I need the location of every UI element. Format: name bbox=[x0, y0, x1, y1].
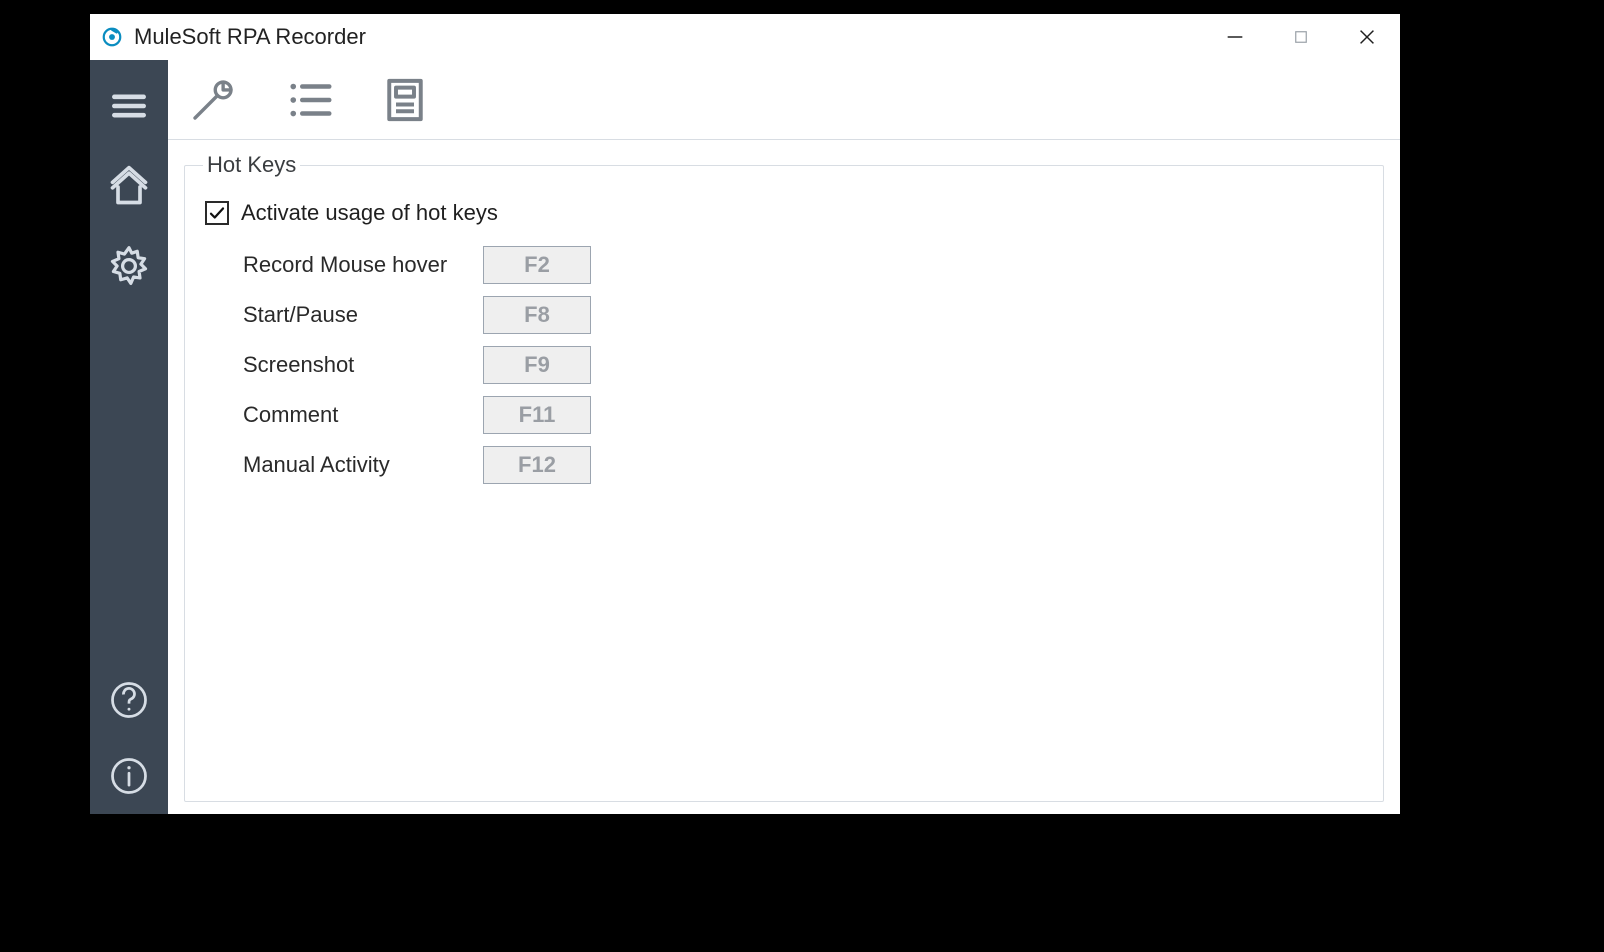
titlebar: MuleSoft RPA Recorder bbox=[90, 14, 1400, 60]
maximize-button[interactable] bbox=[1268, 14, 1334, 60]
hotkey-row: Comment F11 bbox=[243, 394, 1363, 436]
hotkey-row: Screenshot F9 bbox=[243, 344, 1363, 386]
hotkey-field-comment[interactable]: F11 bbox=[483, 396, 591, 434]
hotkey-label: Record Mouse hover bbox=[243, 252, 483, 278]
menu-button[interactable] bbox=[101, 78, 157, 134]
hotkey-field-record-hover[interactable]: F2 bbox=[483, 246, 591, 284]
hotkeys-settings-button[interactable] bbox=[282, 73, 336, 127]
hotkey-row: Record Mouse hover F2 bbox=[243, 244, 1363, 286]
help-button[interactable] bbox=[101, 672, 157, 728]
hotkey-row: Start/Pause F8 bbox=[243, 294, 1363, 336]
hotkey-label: Manual Activity bbox=[243, 452, 483, 478]
group-legend: Hot Keys bbox=[203, 152, 300, 178]
hotkeys-group: Hot Keys Activate usage of hot keys Reco… bbox=[184, 152, 1384, 802]
home-button[interactable] bbox=[101, 158, 157, 214]
info-button[interactable] bbox=[101, 748, 157, 804]
settings-button[interactable] bbox=[101, 238, 157, 294]
sidebar bbox=[90, 60, 168, 814]
hotkey-field-start-pause[interactable]: F8 bbox=[483, 296, 591, 334]
minimize-button[interactable] bbox=[1202, 14, 1268, 60]
app-title: MuleSoft RPA Recorder bbox=[134, 14, 366, 60]
close-button[interactable] bbox=[1334, 14, 1400, 60]
hotkey-field-manual-activity[interactable]: F12 bbox=[483, 446, 591, 484]
window-controls bbox=[1202, 14, 1400, 60]
activate-hotkeys-checkbox[interactable] bbox=[205, 201, 229, 225]
main-panel: Hot Keys Activate usage of hot keys Reco… bbox=[168, 60, 1400, 814]
general-settings-button[interactable] bbox=[186, 73, 240, 127]
settings-toolbar bbox=[168, 60, 1400, 140]
documentation-settings-button[interactable] bbox=[378, 73, 432, 127]
app-window: MuleSoft RPA Recorder bbox=[90, 14, 1400, 814]
activate-hotkeys-label: Activate usage of hot keys bbox=[241, 200, 498, 226]
hotkey-field-screenshot[interactable]: F9 bbox=[483, 346, 591, 384]
hotkey-label: Start/Pause bbox=[243, 302, 483, 328]
app-logo-icon bbox=[100, 25, 124, 49]
hotkey-row: Manual Activity F12 bbox=[243, 444, 1363, 486]
hotkey-label: Screenshot bbox=[243, 352, 483, 378]
hotkey-label: Comment bbox=[243, 402, 483, 428]
